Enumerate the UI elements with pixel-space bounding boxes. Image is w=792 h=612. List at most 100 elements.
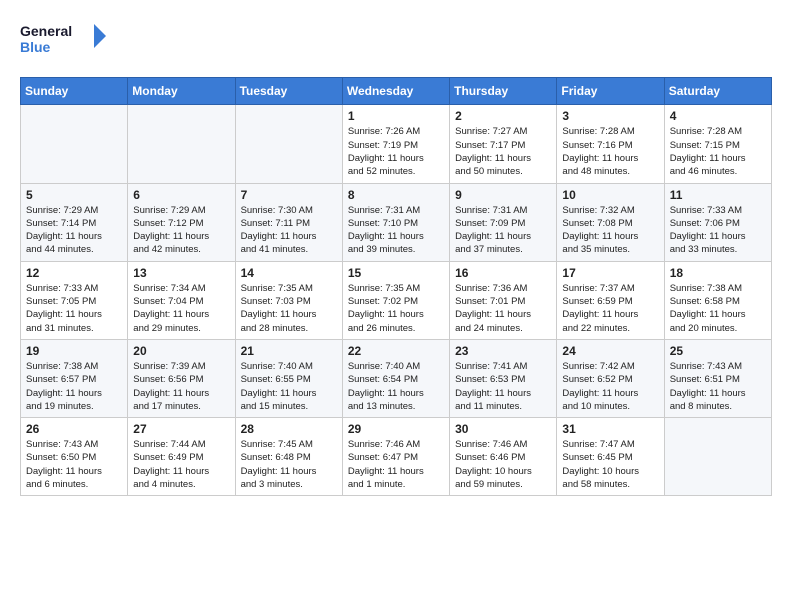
day-number: 28 xyxy=(241,422,337,436)
calendar-cell: 16 Sunrise: 7:36 AM Sunset: 7:01 PM Dayli… xyxy=(450,261,557,339)
day-number: 27 xyxy=(133,422,229,436)
weekday-header: Wednesday xyxy=(342,78,449,105)
day-info: Sunrise: 7:35 AM Sunset: 7:03 PM Dayligh… xyxy=(241,282,337,335)
svg-text:General: General xyxy=(20,23,72,39)
day-number: 12 xyxy=(26,266,122,280)
weekday-header: Friday xyxy=(557,78,664,105)
day-number: 25 xyxy=(670,344,766,358)
day-info: Sunrise: 7:46 AM Sunset: 6:46 PM Dayligh… xyxy=(455,438,551,491)
calendar-cell: 14 Sunrise: 7:35 AM Sunset: 7:03 PM Dayli… xyxy=(235,261,342,339)
day-number: 1 xyxy=(348,109,444,123)
calendar-cell: 25Sunrise: 7:43 AM Sunset: 6:51 PM Dayli… xyxy=(664,339,771,417)
weekday-header-row: SundayMondayTuesdayWednesdayThursdayFrid… xyxy=(21,78,772,105)
day-number: 30 xyxy=(455,422,551,436)
calendar-cell: 23 Sunrise: 7:41 AM Sunset: 6:53 PM Dayli… xyxy=(450,339,557,417)
calendar-cell: 2 Sunrise: 7:27 AM Sunset: 7:17 PM Daylig… xyxy=(450,105,557,183)
day-number: 26 xyxy=(26,422,122,436)
day-info: Sunrise: 7:33 AM Sunset: 7:05 PM Dayligh… xyxy=(26,282,122,335)
day-number: 23 xyxy=(455,344,551,358)
calendar-cell: 8 Sunrise: 7:31 AM Sunset: 7:10 PM Daylig… xyxy=(342,183,449,261)
calendar-cell: 13Sunrise: 7:34 AM Sunset: 7:04 PM Dayli… xyxy=(128,261,235,339)
day-info: Sunrise: 7:40 AM Sunset: 6:54 PM Dayligh… xyxy=(348,360,444,413)
day-number: 6 xyxy=(133,188,229,202)
day-number: 18 xyxy=(670,266,766,280)
day-info: Sunrise: 7:36 AM Sunset: 7:01 PM Dayligh… xyxy=(455,282,551,335)
day-number: 21 xyxy=(241,344,337,358)
day-info: Sunrise: 7:26 AM Sunset: 7:19 PM Dayligh… xyxy=(348,125,444,178)
day-number: 2 xyxy=(455,109,551,123)
calendar-cell: 20Sunrise: 7:39 AM Sunset: 6:56 PM Dayli… xyxy=(128,339,235,417)
day-info: Sunrise: 7:30 AM Sunset: 7:11 PM Dayligh… xyxy=(241,204,337,257)
day-info: Sunrise: 7:35 AM Sunset: 7:02 PM Dayligh… xyxy=(348,282,444,335)
calendar-cell xyxy=(664,418,771,496)
calendar-cell: 17 Sunrise: 7:37 AM Sunset: 6:59 PM Dayli… xyxy=(557,261,664,339)
day-info: Sunrise: 7:32 AM Sunset: 7:08 PM Dayligh… xyxy=(562,204,658,257)
calendar-week-row: 26 Sunrise: 7:43 AM Sunset: 6:50 PM Dayli… xyxy=(21,418,772,496)
day-info: Sunrise: 7:43 AM Sunset: 6:50 PM Dayligh… xyxy=(26,438,122,491)
day-number: 22 xyxy=(348,344,444,358)
calendar-week-row: 5 Sunrise: 7:29 AM Sunset: 7:14 PM Daylig… xyxy=(21,183,772,261)
calendar-cell: 19Sunrise: 7:38 AM Sunset: 6:57 PM Dayli… xyxy=(21,339,128,417)
day-number: 8 xyxy=(348,188,444,202)
day-number: 10 xyxy=(562,188,658,202)
day-number: 15 xyxy=(348,266,444,280)
day-info: Sunrise: 7:46 AM Sunset: 6:47 PM Dayligh… xyxy=(348,438,444,491)
calendar-cell: 7 Sunrise: 7:30 AM Sunset: 7:11 PM Daylig… xyxy=(235,183,342,261)
calendar-cell xyxy=(21,105,128,183)
day-info: Sunrise: 7:37 AM Sunset: 6:59 PM Dayligh… xyxy=(562,282,658,335)
day-number: 14 xyxy=(241,266,337,280)
day-info: Sunrise: 7:33 AM Sunset: 7:06 PM Dayligh… xyxy=(670,204,766,257)
calendar-week-row: 1 Sunrise: 7:26 AM Sunset: 7:19 PM Daylig… xyxy=(21,105,772,183)
day-info: Sunrise: 7:29 AM Sunset: 7:12 PM Dayligh… xyxy=(133,204,229,257)
calendar-cell: 3 Sunrise: 7:28 AM Sunset: 7:16 PM Daylig… xyxy=(557,105,664,183)
logo-svg: General Blue xyxy=(20,20,110,62)
day-info: Sunrise: 7:38 AM Sunset: 6:57 PM Dayligh… xyxy=(26,360,122,413)
day-info: Sunrise: 7:45 AM Sunset: 6:48 PM Dayligh… xyxy=(241,438,337,491)
calendar-cell: 22 Sunrise: 7:40 AM Sunset: 6:54 PM Dayli… xyxy=(342,339,449,417)
calendar-cell: 26 Sunrise: 7:43 AM Sunset: 6:50 PM Dayli… xyxy=(21,418,128,496)
calendar-cell: 4Sunrise: 7:28 AM Sunset: 7:15 PM Daylig… xyxy=(664,105,771,183)
day-info: Sunrise: 7:44 AM Sunset: 6:49 PM Dayligh… xyxy=(133,438,229,491)
calendar-cell: 24Sunrise: 7:42 AM Sunset: 6:52 PM Dayli… xyxy=(557,339,664,417)
calendar-cell: 10 Sunrise: 7:32 AM Sunset: 7:08 PM Dayli… xyxy=(557,183,664,261)
day-info: Sunrise: 7:42 AM Sunset: 6:52 PM Dayligh… xyxy=(562,360,658,413)
day-number: 7 xyxy=(241,188,337,202)
day-info: Sunrise: 7:41 AM Sunset: 6:53 PM Dayligh… xyxy=(455,360,551,413)
day-number: 31 xyxy=(562,422,658,436)
day-info: Sunrise: 7:40 AM Sunset: 6:55 PM Dayligh… xyxy=(241,360,337,413)
weekday-header: Tuesday xyxy=(235,78,342,105)
calendar-cell: 27 Sunrise: 7:44 AM Sunset: 6:49 PM Dayli… xyxy=(128,418,235,496)
calendar-week-row: 12 Sunrise: 7:33 AM Sunset: 7:05 PM Dayli… xyxy=(21,261,772,339)
day-info: Sunrise: 7:27 AM Sunset: 7:17 PM Dayligh… xyxy=(455,125,551,178)
day-number: 16 xyxy=(455,266,551,280)
calendar-cell: 1 Sunrise: 7:26 AM Sunset: 7:19 PM Daylig… xyxy=(342,105,449,183)
day-info: Sunrise: 7:31 AM Sunset: 7:10 PM Dayligh… xyxy=(348,204,444,257)
calendar-cell xyxy=(128,105,235,183)
day-number: 5 xyxy=(26,188,122,202)
page-header: General Blue xyxy=(20,20,772,67)
weekday-header: Thursday xyxy=(450,78,557,105)
day-number: 17 xyxy=(562,266,658,280)
calendar-week-row: 19Sunrise: 7:38 AM Sunset: 6:57 PM Dayli… xyxy=(21,339,772,417)
calendar-table: SundayMondayTuesdayWednesdayThursdayFrid… xyxy=(20,77,772,496)
day-number: 20 xyxy=(133,344,229,358)
calendar-cell: 5 Sunrise: 7:29 AM Sunset: 7:14 PM Daylig… xyxy=(21,183,128,261)
day-info: Sunrise: 7:29 AM Sunset: 7:14 PM Dayligh… xyxy=(26,204,122,257)
calendar-cell: 12 Sunrise: 7:33 AM Sunset: 7:05 PM Dayli… xyxy=(21,261,128,339)
day-info: Sunrise: 7:28 AM Sunset: 7:16 PM Dayligh… xyxy=(562,125,658,178)
logo: General Blue xyxy=(20,20,110,67)
day-number: 4 xyxy=(670,109,766,123)
page-container: General Blue SundayMondayTuesdayWednesda… xyxy=(0,0,792,506)
weekday-header: Saturday xyxy=(664,78,771,105)
calendar-cell: 15 Sunrise: 7:35 AM Sunset: 7:02 PM Dayli… xyxy=(342,261,449,339)
day-info: Sunrise: 7:47 AM Sunset: 6:45 PM Dayligh… xyxy=(562,438,658,491)
day-number: 3 xyxy=(562,109,658,123)
day-number: 11 xyxy=(670,188,766,202)
logo-text: General Blue xyxy=(20,20,110,67)
day-number: 9 xyxy=(455,188,551,202)
day-number: 13 xyxy=(133,266,229,280)
day-number: 29 xyxy=(348,422,444,436)
calendar-cell: 6 Sunrise: 7:29 AM Sunset: 7:12 PM Daylig… xyxy=(128,183,235,261)
calendar-cell: 11 Sunrise: 7:33 AM Sunset: 7:06 PM Dayli… xyxy=(664,183,771,261)
calendar-cell: 30 Sunrise: 7:46 AM Sunset: 6:46 PM Dayli… xyxy=(450,418,557,496)
